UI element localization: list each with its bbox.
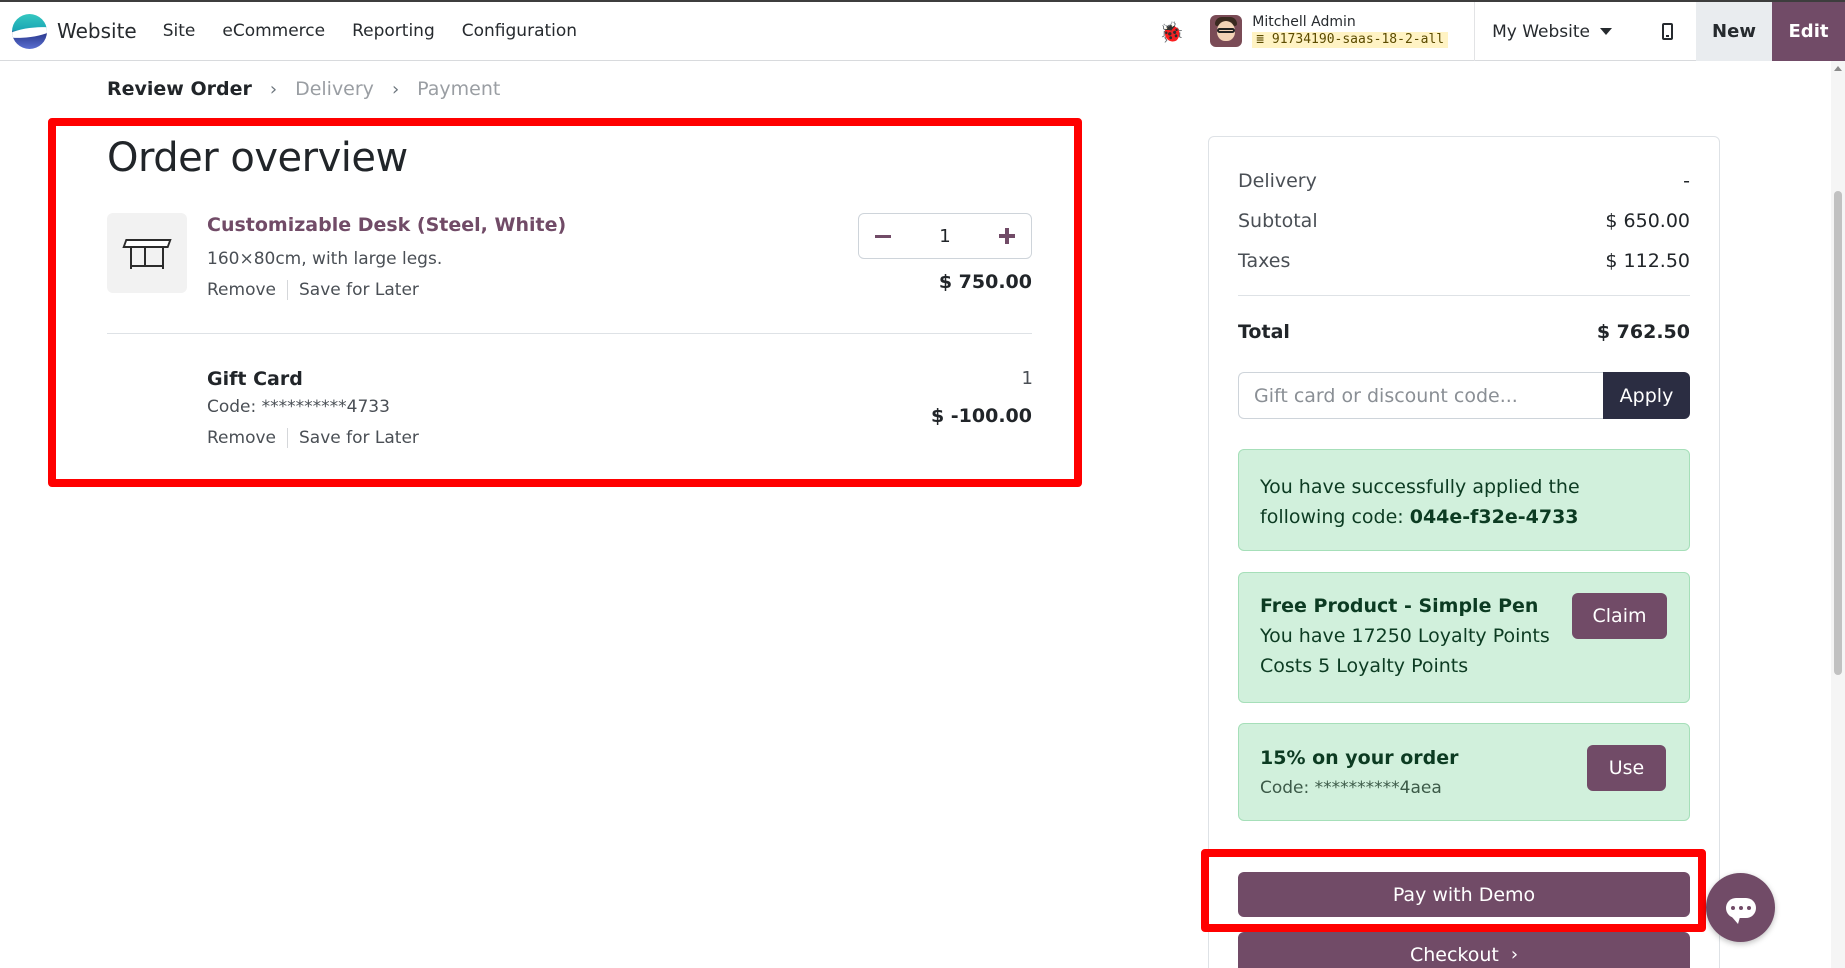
mobile-phone-icon bbox=[1661, 23, 1673, 40]
reward-points-balance: You have 17250 Loyalty Points bbox=[1260, 625, 1550, 647]
use-button[interactable]: Use bbox=[1587, 745, 1666, 791]
product-image[interactable] bbox=[107, 213, 187, 293]
edit-button[interactable]: Edit bbox=[1772, 2, 1845, 61]
save-for-later-link[interactable]: Save for Later bbox=[299, 280, 419, 300]
app-name: Website bbox=[57, 19, 137, 43]
new-button[interactable]: New bbox=[1696, 2, 1772, 61]
database-name: ≣ 91734190-saas-18-2-all bbox=[1252, 32, 1449, 48]
user-menu[interactable]: Mitchell Admin ≣ 91734190-saas-18-2-all bbox=[1210, 14, 1449, 48]
line-price: $ -100.00 bbox=[930, 405, 1032, 427]
chevron-right-icon: › bbox=[1510, 944, 1519, 965]
scroll-thumb[interactable] bbox=[1834, 191, 1842, 675]
reward-points-cost: Costs 5 Loyalty Points bbox=[1260, 655, 1469, 677]
website-logo-icon bbox=[12, 13, 47, 49]
delivery-value: - bbox=[1683, 170, 1690, 192]
delivery-label: Delivery bbox=[1238, 170, 1317, 192]
discount-code-input[interactable] bbox=[1238, 372, 1603, 419]
avatar bbox=[1210, 15, 1243, 48]
plus-icon[interactable] bbox=[998, 228, 1015, 244]
navbar-right: 🐞 Mitchell Admin ≣ 91734190-saas-18-2-al… bbox=[1159, 2, 1845, 61]
mobile-preview-button[interactable] bbox=[1638, 2, 1696, 61]
website-selector[interactable]: My Website bbox=[1475, 22, 1638, 42]
claim-button[interactable]: Claim bbox=[1572, 593, 1667, 639]
checkout-label: Checkout bbox=[1409, 943, 1499, 966]
reward-title: 15% on your order bbox=[1260, 747, 1459, 769]
taxes-value: $ 112.50 bbox=[1605, 250, 1690, 272]
line-actions: Remove Save for Later bbox=[207, 428, 419, 448]
discount-code-form: Apply bbox=[1238, 372, 1690, 419]
step-payment[interactable]: Payment bbox=[417, 78, 500, 100]
reward-free-product: Free Product - Simple Pen You have 17250… bbox=[1238, 572, 1690, 703]
apply-button[interactable]: Apply bbox=[1603, 372, 1690, 419]
checkout-button[interactable]: Checkout › bbox=[1238, 932, 1690, 968]
caret-down-icon bbox=[1600, 28, 1612, 35]
menu-reporting[interactable]: Reporting bbox=[352, 21, 435, 41]
line-divider bbox=[107, 333, 1032, 334]
gift-card-name: Gift Card bbox=[207, 368, 303, 390]
chevron-right-icon: › bbox=[269, 78, 278, 100]
gift-card-code: Code: **********4733 bbox=[207, 397, 390, 417]
page-scrollbar[interactable] bbox=[1831, 61, 1845, 968]
chevron-right-icon: › bbox=[391, 78, 400, 100]
desk-icon bbox=[122, 235, 172, 271]
line-actions: Remove Save for Later bbox=[207, 280, 419, 300]
action-divider bbox=[287, 428, 288, 448]
website-selector-label: My Website bbox=[1492, 21, 1590, 42]
total-value: $ 762.50 bbox=[1596, 321, 1690, 343]
total-label: Total bbox=[1238, 321, 1290, 343]
database-icon: ≣ bbox=[1256, 32, 1272, 48]
database-name-text: 91734190-saas-18-2-all bbox=[1271, 32, 1445, 48]
summary-delivery-row: Delivery - bbox=[1238, 170, 1690, 192]
quantity-stepper: 1 bbox=[858, 213, 1032, 259]
menu-configuration[interactable]: Configuration bbox=[462, 21, 577, 41]
product-description: 160×80cm, with large legs. bbox=[207, 249, 443, 269]
remove-link[interactable]: Remove bbox=[207, 280, 276, 300]
applied-code-value: 044e-f32e-4733 bbox=[1409, 506, 1579, 528]
applied-code-alert: You have successfully applied the follow… bbox=[1238, 449, 1690, 551]
menu-ecommerce[interactable]: eCommerce bbox=[222, 21, 325, 41]
summary-subtotal-row: Subtotal $ 650.00 bbox=[1238, 210, 1690, 232]
quantity-input[interactable]: 1 bbox=[939, 226, 950, 247]
action-divider bbox=[287, 280, 288, 300]
page-title: Order overview bbox=[107, 135, 408, 181]
subtotal-value: $ 650.00 bbox=[1605, 210, 1690, 232]
gift-card-quantity: 1 bbox=[1021, 368, 1033, 389]
checkout-breadcrumb: Review Order › Delivery › Payment bbox=[107, 78, 500, 100]
summary-divider bbox=[1238, 295, 1690, 296]
chat-icon bbox=[1725, 897, 1756, 924]
main-menu: Site eCommerce Reporting Configuration bbox=[163, 21, 604, 41]
subtotal-label: Subtotal bbox=[1238, 210, 1318, 232]
taxes-label: Taxes bbox=[1238, 250, 1291, 272]
debug-bug-icon[interactable]: 🐞 bbox=[1159, 20, 1184, 44]
step-delivery[interactable]: Delivery bbox=[295, 78, 374, 100]
remove-link[interactable]: Remove bbox=[207, 428, 276, 448]
minus-icon[interactable] bbox=[875, 234, 891, 238]
reward-title: Free Product - Simple Pen bbox=[1260, 595, 1539, 617]
user-info: Mitchell Admin ≣ 91734190-saas-18-2-all bbox=[1252, 14, 1449, 48]
menu-site[interactable]: Site bbox=[163, 21, 196, 41]
reward-code: Code: **********4aea bbox=[1260, 778, 1442, 798]
summary-taxes-row: Taxes $ 112.50 bbox=[1238, 250, 1690, 272]
pay-with-demo-button[interactable]: Pay with Demo bbox=[1238, 872, 1690, 917]
top-navbar: Website Site eCommerce Reporting Configu… bbox=[0, 0, 1845, 61]
line-price: $ 750.00 bbox=[938, 271, 1032, 293]
app-brand[interactable]: Website bbox=[12, 2, 137, 60]
product-name-link[interactable]: Customizable Desk (Steel, White) bbox=[207, 214, 566, 236]
step-review-order: Review Order bbox=[107, 78, 252, 100]
save-for-later-link[interactable]: Save for Later bbox=[299, 428, 419, 448]
reward-discount: 15% on your order Code: **********4aea U… bbox=[1238, 723, 1690, 821]
scroll-up-arrow-icon[interactable] bbox=[1834, 66, 1842, 71]
user-name: Mitchell Admin bbox=[1252, 14, 1356, 31]
summary-total-row: Total $ 762.50 bbox=[1238, 321, 1690, 343]
live-chat-button[interactable] bbox=[1706, 873, 1775, 942]
